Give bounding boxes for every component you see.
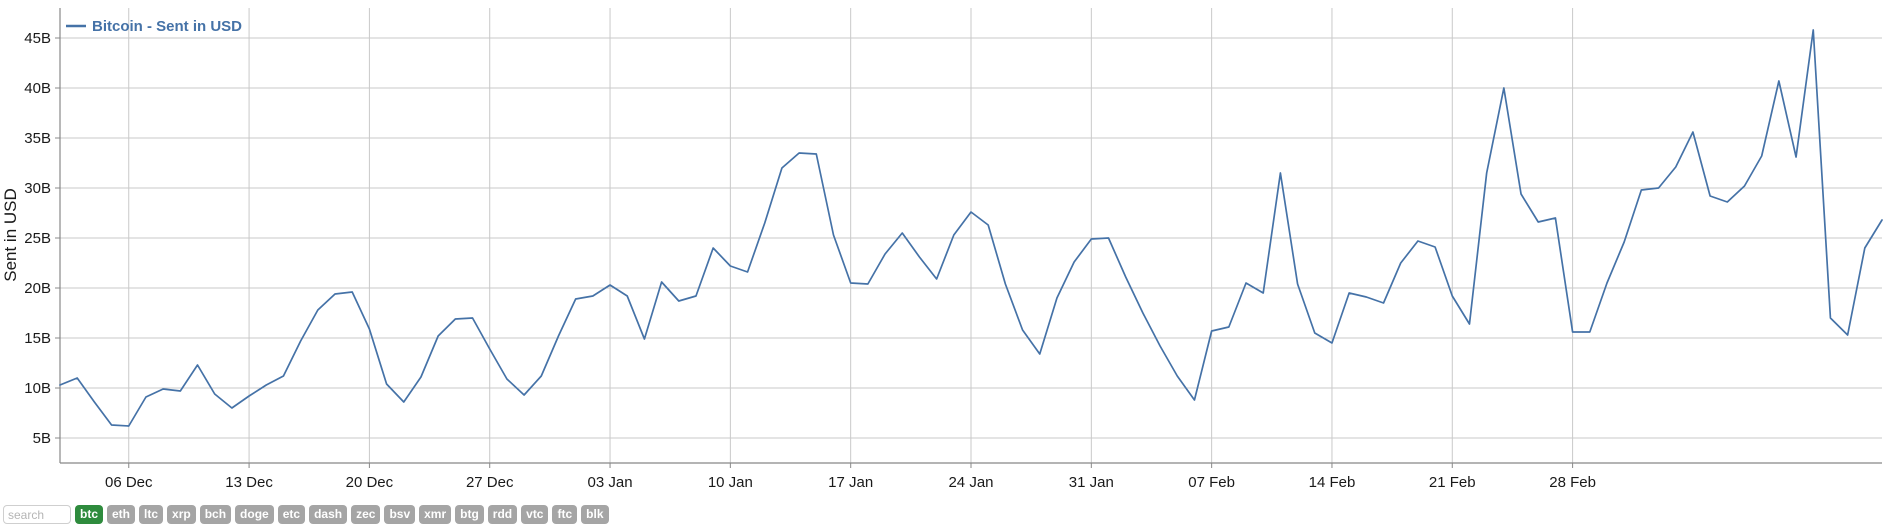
coin-button-dash[interactable]: dash <box>309 505 348 524</box>
legend-label[interactable]: Bitcoin - Sent in USD <box>92 18 242 35</box>
coin-button-vtc[interactable]: vtc <box>521 505 549 524</box>
x-tick-label: 13 Dec <box>225 474 273 491</box>
x-tick-label: 24 Jan <box>948 474 993 491</box>
y-axis-title: Sent in USD <box>1 188 20 282</box>
coin-button-btc[interactable]: btc <box>75 505 103 524</box>
search-input[interactable] <box>3 505 71 524</box>
x-axis-tick-labels: 06 Dec 13 Dec 20 Dec 27 Dec 03 Jan 10 Jan 17 J… <box>105 474 1596 491</box>
coin-button-group: btc eth ltc xrp bch doge etc dash zec bsv xmr btg rd… <box>75 505 609 524</box>
coin-button-zec[interactable]: zec <box>351 505 381 524</box>
y-tick-label: 5B <box>33 430 51 447</box>
x-tick-label: 31 Jan <box>1069 474 1114 491</box>
coin-button-ftc[interactable]: ftc <box>552 505 578 524</box>
coin-button-bsv[interactable]: bsv <box>384 505 416 524</box>
coin-selector-toolbar: btcethltcxrpbchdogeetcdashzecbsvxmrbtgrd… <box>0 500 1887 529</box>
coin-button-bch[interactable]: bch <box>199 505 232 524</box>
coin-button-btg[interactable]: btg <box>455 505 484 524</box>
y-tick-label: 45B <box>24 30 51 47</box>
coin-button-doge[interactable]: doge <box>235 505 274 524</box>
coin-button-ltc[interactable]: ltc <box>139 505 164 524</box>
y-tick-label: 30B <box>24 180 51 197</box>
x-tick-label: 17 Jan <box>828 474 873 491</box>
line-chart: 45B 40B 35B 30B 25B 20B 15B 10B 5B 06 Dec 13 Dec 2… <box>1 8 1883 491</box>
coin-button-xrp[interactable]: xrp <box>167 505 196 524</box>
chart-page: 45B 40B 35B 30B 25B 20B 15B 10B 5B 06 Dec 13 Dec 2… <box>0 0 1887 529</box>
y-tick-label: 15B <box>24 330 51 347</box>
x-tick-label: 21 Feb <box>1429 474 1476 491</box>
y-tick-label: 25B <box>24 230 51 247</box>
y-axis-title-label: Sent in USD <box>1 188 20 282</box>
grid-lines <box>55 8 1882 468</box>
x-tick-label: 03 Jan <box>588 474 633 491</box>
x-tick-label: 07 Feb <box>1188 474 1235 491</box>
y-tick-label: 10B <box>24 380 51 397</box>
y-tick-label: 20B <box>24 280 51 297</box>
chart-container: 45B 40B 35B 30B 25B 20B 15B 10B 5B 06 Dec 13 Dec 2… <box>0 0 1887 498</box>
coin-button-xmr[interactable]: xmr <box>419 505 452 524</box>
coin-button-rdd[interactable]: rdd <box>487 505 518 524</box>
x-tick-label: 27 Dec <box>466 474 514 491</box>
x-tick-label: 10 Jan <box>708 474 753 491</box>
coin-button-eth[interactable]: eth <box>107 505 135 524</box>
x-tick-label: 06 Dec <box>105 474 153 491</box>
y-axis-tick-labels: 45B 40B 35B 30B 25B 20B 15B 10B 5B <box>24 30 51 447</box>
y-tick-label: 35B <box>24 130 51 147</box>
x-tick-label: 20 Dec <box>346 474 394 491</box>
x-tick-label: 28 Feb <box>1549 474 1596 491</box>
coin-button-blk[interactable]: blk <box>581 505 609 524</box>
y-tick-label: 40B <box>24 80 51 97</box>
coin-button-etc[interactable]: etc <box>277 505 306 524</box>
chart-legend: Bitcoin - Sent in USD <box>66 18 242 35</box>
x-tick-label: 14 Feb <box>1309 474 1356 491</box>
